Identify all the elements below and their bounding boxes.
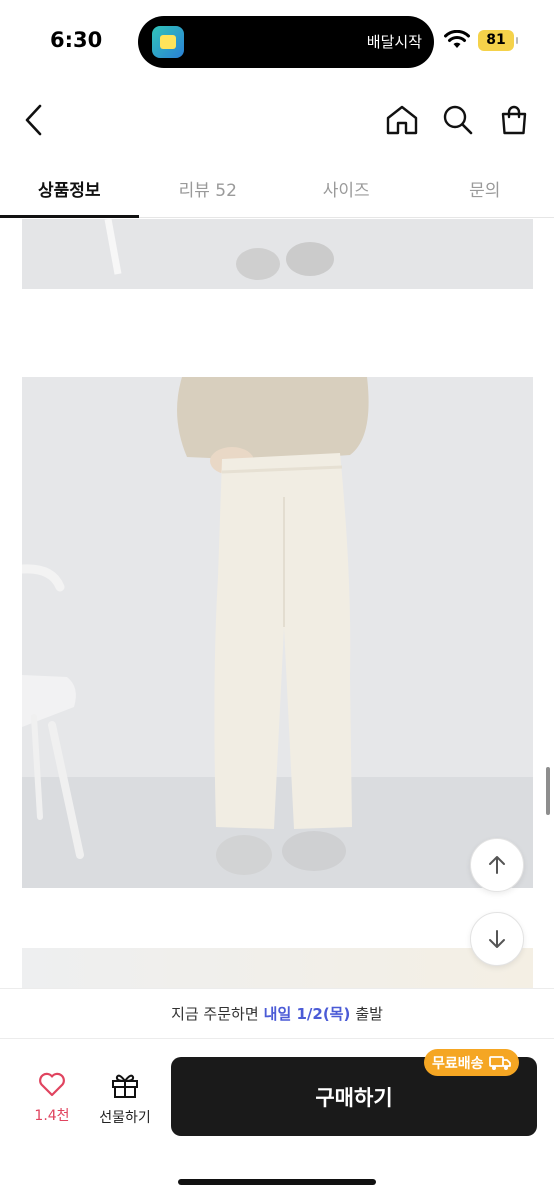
home-indicator bbox=[178, 1179, 376, 1185]
gift-label: 선물하기 bbox=[99, 1110, 151, 1126]
delivery-suffix: 출발 bbox=[355, 1005, 383, 1023]
product-tabs: 상품정보 리뷰 52 사이즈 문의 bbox=[0, 160, 554, 218]
search-icon bbox=[443, 105, 473, 135]
cart-button[interactable] bbox=[492, 98, 536, 142]
tab-reviews[interactable]: 리뷰 52 bbox=[139, 160, 278, 217]
scrollbar[interactable] bbox=[546, 767, 550, 815]
scroll-down-button[interactable] bbox=[470, 912, 524, 966]
arrow-up-icon bbox=[489, 856, 505, 874]
scroll-up-button[interactable] bbox=[470, 838, 524, 892]
status-time: 6:30 bbox=[50, 28, 103, 52]
cream-wide-pants-photo bbox=[22, 377, 533, 888]
delivery-prefix: 지금 주문하면 bbox=[171, 1005, 259, 1023]
arrow-down-icon bbox=[489, 930, 505, 948]
delivery-notice: 지금 주문하면 내일 1/2(목) 출발 bbox=[0, 989, 554, 1039]
wifi-icon bbox=[444, 30, 470, 48]
tab-size[interactable]: 사이즈 bbox=[277, 160, 416, 217]
like-button[interactable]: 1.4천 bbox=[22, 1071, 82, 1125]
free-shipping-badge: 무료배송 bbox=[424, 1049, 519, 1076]
free-shipping-label: 무료배송 bbox=[432, 1055, 484, 1072]
like-count: 1.4천 bbox=[34, 1108, 70, 1124]
gift-button[interactable]: 선물하기 bbox=[90, 1071, 160, 1127]
buy-label: 구매하기 bbox=[315, 1085, 393, 1110]
purchase-bar: 지금 주문하면 내일 1/2(목) 출발 1.4천 선물하기 구매하기 무료배송 bbox=[0, 988, 554, 1200]
status-bar: 6:30 배달시작 81 bbox=[0, 0, 554, 80]
product-photo-bottom bbox=[22, 948, 533, 988]
island-status-text: 배달시작 bbox=[366, 33, 422, 51]
shopping-bag-icon bbox=[501, 105, 527, 135]
tab-product-info[interactable]: 상품정보 bbox=[0, 160, 139, 218]
chair-and-shoes-illustration bbox=[22, 219, 533, 289]
chevron-left-icon bbox=[25, 104, 42, 136]
gift-icon bbox=[112, 1074, 138, 1098]
search-button[interactable] bbox=[436, 98, 480, 142]
dynamic-island[interactable]: 배달시작 bbox=[138, 16, 434, 68]
battery-indicator: 81 bbox=[478, 30, 518, 51]
heart-icon bbox=[39, 1072, 65, 1097]
truck-icon bbox=[488, 1055, 511, 1070]
home-button[interactable] bbox=[380, 98, 424, 142]
home-icon bbox=[386, 105, 418, 135]
delivery-date: 내일 1/2(목) bbox=[263, 1005, 351, 1023]
tab-inquiry[interactable]: 문의 bbox=[416, 160, 554, 217]
back-button[interactable] bbox=[12, 98, 56, 142]
product-photo-main bbox=[22, 377, 533, 888]
battery-level: 81 bbox=[486, 32, 506, 48]
delivery-app-icon bbox=[152, 26, 184, 58]
top-navigation bbox=[0, 90, 554, 150]
product-photo-top bbox=[22, 219, 533, 289]
